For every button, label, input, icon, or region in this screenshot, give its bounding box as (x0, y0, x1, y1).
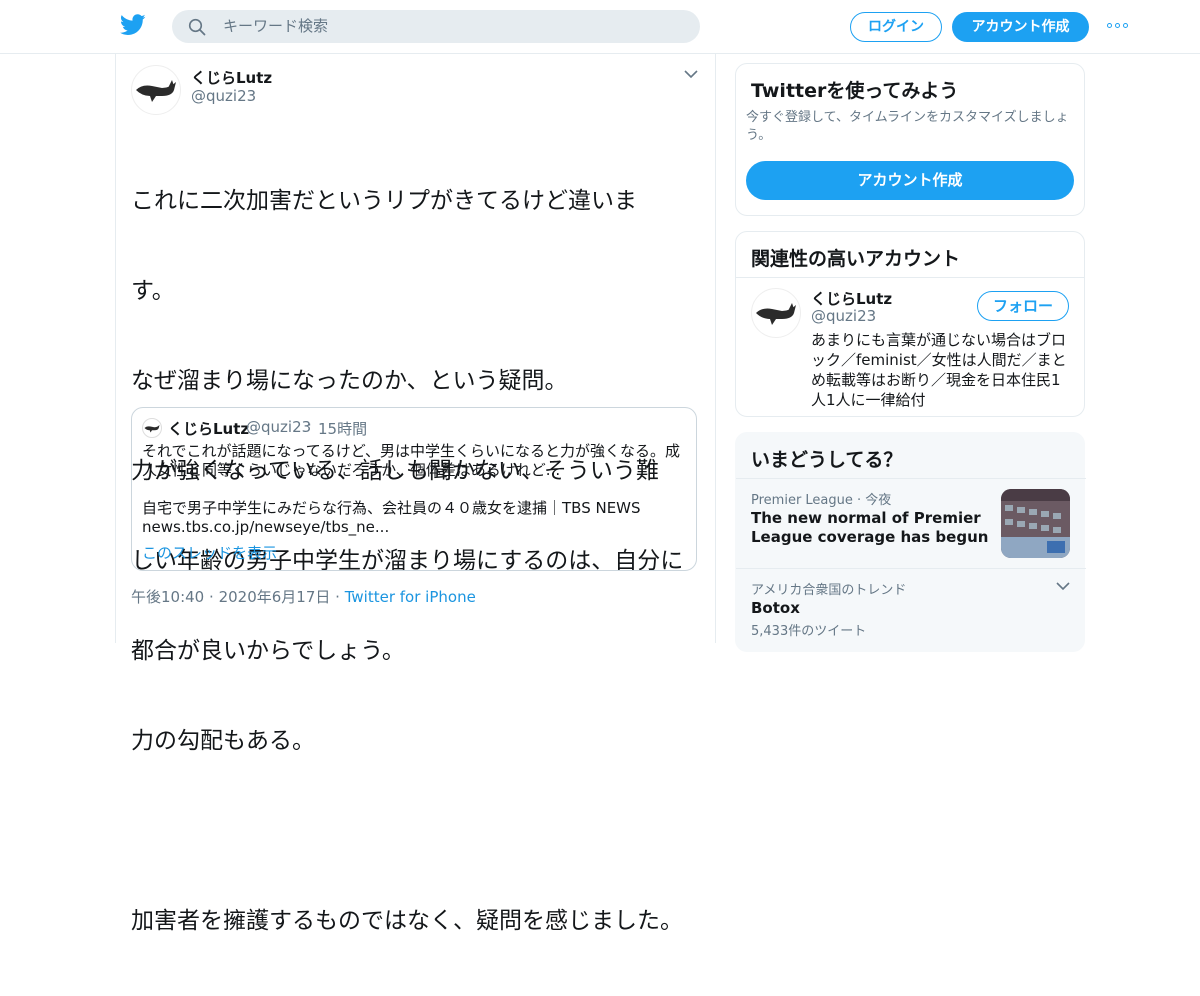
quoted-author-name: くじらLutz (168, 420, 250, 438)
trends-card: いまどうしてる？ Premier League · 今夜 The new nor… (735, 432, 1086, 652)
search-box[interactable]: キーワード検索 (172, 10, 700, 43)
related-accounts-title: 関連性の高いアカウント (751, 248, 961, 270)
separator-dot: · (307, 416, 312, 434)
related-accounts-card: 関連性の高いアカウント くじらLutz @quzi23 フォロー あまりにも言葉… (735, 231, 1085, 417)
tweet-text-line: これに二次加害だというリプがきてるけど違いま (131, 188, 637, 214)
trend-context: アメリカ合衆国のトレンド (751, 583, 907, 598)
trends-title: いまどうしてる？ (751, 449, 903, 471)
trend-context: Premier League · 今夜 (751, 493, 892, 508)
tweet-source-link[interactable]: Twitter for iPhone (345, 588, 476, 606)
signup-card: Twitterを使ってみよう 今すぐ登録して、タイムラインをカスタマイズしましょ… (735, 63, 1085, 216)
avatar (142, 418, 162, 438)
more-options-icon[interactable] (1107, 22, 1131, 30)
signup-card-title: Twitterを使ってみよう (751, 80, 959, 102)
signup-button[interactable]: アカウント作成 (952, 12, 1089, 42)
whale-icon (756, 303, 796, 325)
trend-title[interactable]: The new normal of Premier League coverag… (751, 509, 991, 547)
quoted-text-line (142, 480, 687, 499)
quoted-text-line: それでこれが話題になってるけど、男は中学生くらいになると力が強くなる。成 (142, 442, 681, 460)
tweet-date[interactable]: 2020年6月17日 (219, 588, 331, 606)
tweet-text-line: 力の勾配もある。 (131, 728, 315, 754)
quoted-tweet[interactable]: くじらLutz @quzi23 · 15時間 それでこれが話題になってるけど、男… (131, 407, 697, 571)
trend-title[interactable]: Botox (751, 599, 800, 617)
whale-icon (136, 80, 176, 102)
divider (736, 277, 1084, 278)
stadium-seats-image (1001, 489, 1070, 558)
quoted-text-line: 人女性と同等くらいじゃないだろうか、個体差はあるけれど... (142, 461, 561, 479)
twitter-bird-logo-icon[interactable] (120, 14, 146, 36)
tweet-time[interactable]: 午後10:40 (131, 588, 204, 606)
top-navigation-bar: キーワード検索 ログイン アカウント作成 (0, 0, 1200, 54)
trend-thumbnail[interactable] (1001, 489, 1070, 558)
tweet-text-line: なぜ溜まり場になったのか、という疑問。 (131, 368, 568, 394)
avatar[interactable] (131, 65, 181, 115)
related-account-bio: あまりにも言葉が通じない場合はブロック／feminist／女性は人間だ／まとめ転… (811, 331, 1067, 409)
login-button[interactable]: ログイン (850, 12, 942, 42)
separator-dot: · (209, 588, 214, 606)
avatar[interactable] (751, 288, 801, 338)
quoted-time: 15時間 (318, 420, 368, 438)
tweet-meta: 午後10:40 · 2020年6月17日 · Twitter for iPhon… (131, 586, 476, 607)
tweet-text-line: 都合が良いからでしょう。 (131, 638, 405, 664)
author-handle[interactable]: @quzi23 (191, 87, 256, 105)
show-thread-link[interactable]: このスレッドを表示 (142, 542, 277, 563)
author-name[interactable]: くじらLutz (191, 67, 272, 88)
quoted-text-line: news.tbs.co.jp/newseye/tbs_ne... (142, 518, 390, 536)
divider (736, 568, 1086, 569)
search-input[interactable]: キーワード検索 (223, 10, 328, 43)
tweet-text-line: す。 (131, 278, 175, 304)
chevron-down-icon[interactable] (1056, 581, 1070, 591)
tweet-text-line: 加害者を擁護するものではなく、疑問を感じました。 (131, 908, 683, 934)
quoted-text: それでこれが話題になってるけど、男は中学生くらいになると力が強くなる。成 人女性… (142, 442, 687, 537)
follow-button[interactable]: フォロー (977, 291, 1069, 321)
separator-dot: · (335, 588, 340, 606)
tweet-detail: くじらLutz @quzi23 これに二次加害だというリプがきてるけど違いま す… (115, 53, 716, 934)
tweet-text-line (131, 816, 706, 846)
search-icon (188, 18, 206, 36)
related-account-handle[interactable]: @quzi23 (811, 307, 876, 325)
quoted-author-handle: @quzi23 (246, 418, 312, 436)
related-account-name[interactable]: くじらLutz (811, 288, 892, 309)
whale-icon (144, 425, 160, 433)
quoted-text-line: 自宅で男子中学生にみだらな行為、会社員の４０歳女を逮捕｜TBS NEWS (142, 499, 641, 517)
chevron-down-icon[interactable] (684, 69, 698, 79)
divider (736, 478, 1086, 479)
signup-card-subtitle: 今すぐ登録して、タイムラインをカスタマイズしましょう。 (746, 110, 1069, 143)
signup-card-button[interactable]: アカウント作成 (746, 161, 1074, 200)
